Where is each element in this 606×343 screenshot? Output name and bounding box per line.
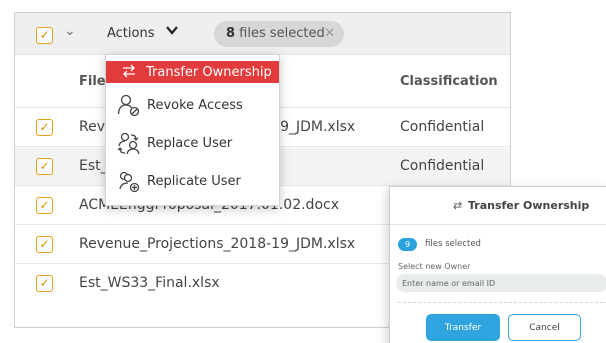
menu-item-label: Revoke Access bbox=[147, 98, 243, 113]
files-selected-pill: 8 files selected ✕ bbox=[214, 21, 344, 47]
file-name[interactable]: Est_WS33_Final.xlsx bbox=[79, 275, 220, 291]
classification-label: Confidential bbox=[400, 158, 485, 174]
files-selected-count: 8 bbox=[226, 26, 236, 41]
select-all-checkbox[interactable]: ✓ bbox=[36, 27, 53, 44]
new-owner-label: Select new Owner bbox=[398, 262, 471, 271]
file-name[interactable]: Revenue_Projections_2018-19_JDM.xlsx bbox=[79, 236, 355, 252]
clear-selection-close-icon[interactable]: ✕ bbox=[324, 21, 335, 47]
transfer-button[interactable]: Transfer bbox=[426, 314, 500, 341]
cancel-button[interactable]: Cancel bbox=[508, 314, 581, 341]
transfer-icon bbox=[120, 62, 138, 80]
dialog-divider bbox=[398, 302, 606, 303]
files-selected-label: files selected bbox=[425, 239, 481, 249]
new-owner-input[interactable] bbox=[396, 274, 606, 292]
row-checkbox[interactable]: ✓ bbox=[36, 158, 53, 175]
transfer-ownership-dialog: ⇄ Transfer Ownership 9 files selected Se… bbox=[389, 186, 606, 343]
menu-item-replicate-user[interactable]: Replicate User bbox=[106, 165, 279, 201]
row-checkbox[interactable]: ✓ bbox=[36, 119, 53, 136]
actions-dropdown-menu: Transfer Ownership Revoke Access Replace… bbox=[105, 54, 280, 206]
menu-item-label: Transfer Ownership bbox=[146, 65, 272, 80]
menu-item-label: Replace User bbox=[147, 136, 233, 151]
menu-item-label: Replicate User bbox=[147, 174, 241, 189]
column-header-classification[interactable]: Classification bbox=[400, 74, 498, 89]
menu-item-revoke-access[interactable]: Revoke Access bbox=[106, 89, 279, 125]
replicate-user-icon bbox=[117, 169, 141, 193]
menu-item-replace-user[interactable]: Replace User bbox=[106, 127, 279, 163]
select-options-chevron-icon[interactable]: ⌄ bbox=[64, 23, 76, 39]
actions-menu-button[interactable]: Actions bbox=[107, 26, 155, 41]
files-selected-text: files selected bbox=[235, 26, 325, 41]
revoke-user-icon bbox=[117, 93, 141, 117]
dialog-title: Transfer Ownership bbox=[468, 199, 590, 212]
selected-count-badge: 9 bbox=[398, 238, 417, 251]
classification-label: Confidential bbox=[400, 119, 485, 135]
row-checkbox[interactable]: ✓ bbox=[36, 197, 53, 214]
transfer-icon: ⇄ bbox=[453, 199, 463, 212]
row-checkbox[interactable]: ✓ bbox=[36, 236, 53, 253]
toolbar: ✓ ⌄ Actions 8 files selected ✕ bbox=[15, 13, 510, 55]
row-checkbox[interactable]: ✓ bbox=[36, 275, 53, 292]
actions-chevron-down-icon[interactable] bbox=[165, 23, 179, 41]
replace-user-icon bbox=[117, 131, 141, 155]
dialog-header: ⇄ Transfer Ownership bbox=[390, 187, 606, 225]
menu-item-transfer-ownership[interactable]: Transfer Ownership bbox=[106, 61, 279, 83]
